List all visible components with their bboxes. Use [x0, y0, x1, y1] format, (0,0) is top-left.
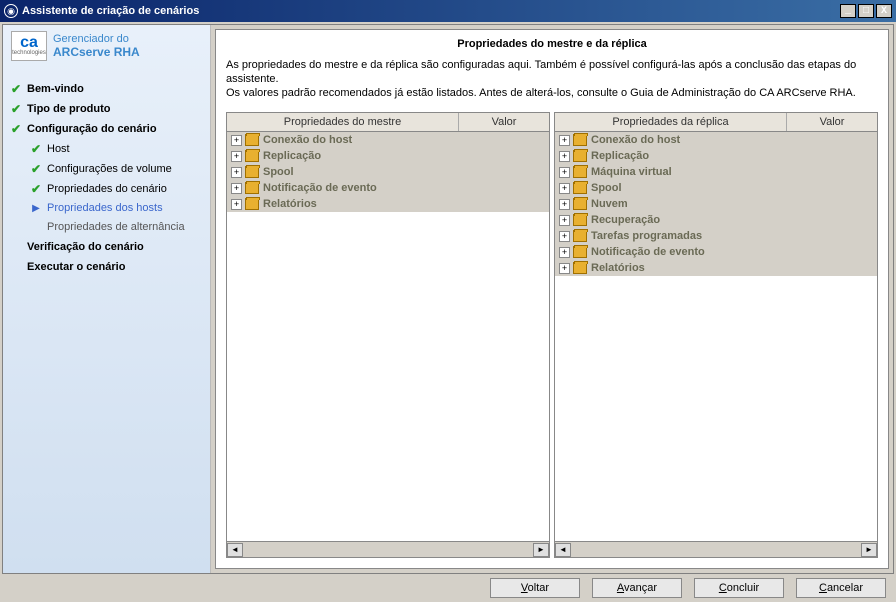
tree-item[interactable]: +Máquina virtual [555, 164, 877, 180]
master-properties-pane: Propriedades do mestre Valor +Conexão do… [226, 112, 550, 558]
main-panel: ca technologies Gerenciador do ARCserve … [2, 24, 894, 574]
scroll-left-icon[interactable]: ◄ [555, 543, 571, 557]
check-icon: ✔ [9, 122, 23, 136]
expand-icon[interactable]: + [559, 231, 570, 242]
expand-icon[interactable]: + [559, 183, 570, 194]
nav-welcome[interactable]: ✔Bem-vindo [7, 79, 206, 99]
folder-icon [573, 166, 587, 178]
master-header[interactable]: Propriedades do mestre [227, 113, 459, 131]
brand-line1: Gerenciador do [53, 33, 140, 45]
content-area: Propriedades do mestre e da réplica As p… [211, 25, 893, 573]
folder-icon [573, 214, 587, 226]
expand-icon[interactable]: + [559, 247, 570, 258]
tree-item[interactable]: +Conexão do host [227, 132, 549, 148]
maximize-button[interactable]: □ [858, 4, 874, 18]
finish-button[interactable]: Concluir [694, 578, 784, 598]
tree-item[interactable]: +Recuperação [555, 212, 877, 228]
folder-icon [573, 262, 587, 274]
horizontal-scrollbar[interactable]: ◄► [227, 541, 549, 557]
expand-icon[interactable]: + [559, 151, 570, 162]
folder-icon [245, 166, 259, 178]
minimize-button[interactable]: _ [840, 4, 856, 18]
tree-item[interactable]: +Replicação [555, 148, 877, 164]
folder-icon [573, 150, 587, 162]
page-title: Propriedades do mestre e da réplica [226, 38, 878, 50]
folder-icon [573, 134, 587, 146]
folder-icon [245, 150, 259, 162]
master-tree: +Conexão do host +Replicação +Spool +Not… [227, 132, 549, 541]
cancel-button[interactable]: Cancelar [796, 578, 886, 598]
folder-icon [573, 230, 587, 242]
check-icon: ✔ [9, 82, 23, 96]
close-button[interactable]: X [876, 4, 892, 18]
folder-icon [573, 198, 587, 210]
expand-icon[interactable]: + [231, 199, 242, 210]
tree-item[interactable]: +Spool [555, 180, 877, 196]
replica-value-header[interactable]: Valor [787, 113, 877, 131]
tree-item[interactable]: +Conexão do host [555, 132, 877, 148]
titlebar[interactable]: ◉ Assistente de criação de cenários _ □ … [0, 0, 896, 22]
expand-icon[interactable]: + [559, 199, 570, 210]
check-icon: ✔ [9, 102, 23, 116]
expand-icon[interactable]: + [559, 135, 570, 146]
brand-line2: ARCserve RHA [53, 45, 140, 59]
folder-icon [245, 134, 259, 146]
replica-tree: +Conexão do host +Replicação +Máquina vi… [555, 132, 877, 541]
nav-verification[interactable]: ✔Verificação do cenário [7, 237, 206, 257]
horizontal-scrollbar[interactable]: ◄► [555, 541, 877, 557]
check-icon: ✔ [29, 182, 43, 196]
arrow-icon: ▶ [29, 203, 43, 214]
nav-host-props[interactable]: ▶Propriedades dos hosts [7, 199, 206, 217]
button-bar: Voltar Avançar Concluir Cancelar [0, 576, 896, 602]
tree-item[interactable]: +Notificação de evento [555, 244, 877, 260]
nav-switch-props[interactable]: ✔Propriedades de alternância [7, 217, 206, 237]
sidebar: ca technologies Gerenciador do ARCserve … [3, 25, 211, 573]
logo-box: ca technologies [11, 31, 47, 61]
scroll-left-icon[interactable]: ◄ [227, 543, 243, 557]
tree-item[interactable]: +Tarefas programadas [555, 228, 877, 244]
back-button[interactable]: Voltar [490, 578, 580, 598]
check-icon: ✔ [29, 142, 43, 156]
window-title: Assistente de criação de cenários [22, 5, 840, 17]
tree-item[interactable]: +Replicação [227, 148, 549, 164]
brand-logo: ca technologies Gerenciador do ARCserve … [7, 31, 206, 61]
nav-product-type[interactable]: ✔Tipo de produto [7, 99, 206, 119]
app-icon: ◉ [4, 4, 18, 18]
replica-header[interactable]: Propriedades da réplica [555, 113, 787, 131]
master-value-header[interactable]: Valor [459, 113, 549, 131]
tree-item[interactable]: +Relatórios [555, 260, 877, 276]
scroll-right-icon[interactable]: ► [861, 543, 877, 557]
expand-icon[interactable]: + [559, 167, 570, 178]
folder-icon [245, 182, 259, 194]
next-button[interactable]: Avançar [592, 578, 682, 598]
page-description: As propriedades do mestre e da réplica s… [226, 58, 878, 100]
expand-icon[interactable]: + [231, 151, 242, 162]
nav-scenario-props[interactable]: ✔Propriedades do cenário [7, 179, 206, 199]
expand-icon[interactable]: + [231, 167, 242, 178]
expand-icon[interactable]: + [559, 263, 570, 274]
expand-icon[interactable]: + [231, 135, 242, 146]
tree-item[interactable]: +Nuvem [555, 196, 877, 212]
expand-icon[interactable]: + [231, 183, 242, 194]
folder-icon [573, 246, 587, 258]
nav-run[interactable]: ✔Executar o cenário [7, 257, 206, 277]
scroll-right-icon[interactable]: ► [533, 543, 549, 557]
folder-icon [245, 198, 259, 210]
nav-volume-config[interactable]: ✔Configurações de volume [7, 159, 206, 179]
folder-icon [573, 182, 587, 194]
nav-scenario-config[interactable]: ✔Configuração do cenário [7, 119, 206, 139]
tree-item[interactable]: +Spool [227, 164, 549, 180]
tree-item[interactable]: +Relatórios [227, 196, 549, 212]
check-icon: ✔ [29, 162, 43, 176]
nav-host[interactable]: ✔Host [7, 139, 206, 159]
expand-icon[interactable]: + [559, 215, 570, 226]
replica-properties-pane: Propriedades da réplica Valor +Conexão d… [554, 112, 878, 558]
tree-item[interactable]: +Notificação de evento [227, 180, 549, 196]
